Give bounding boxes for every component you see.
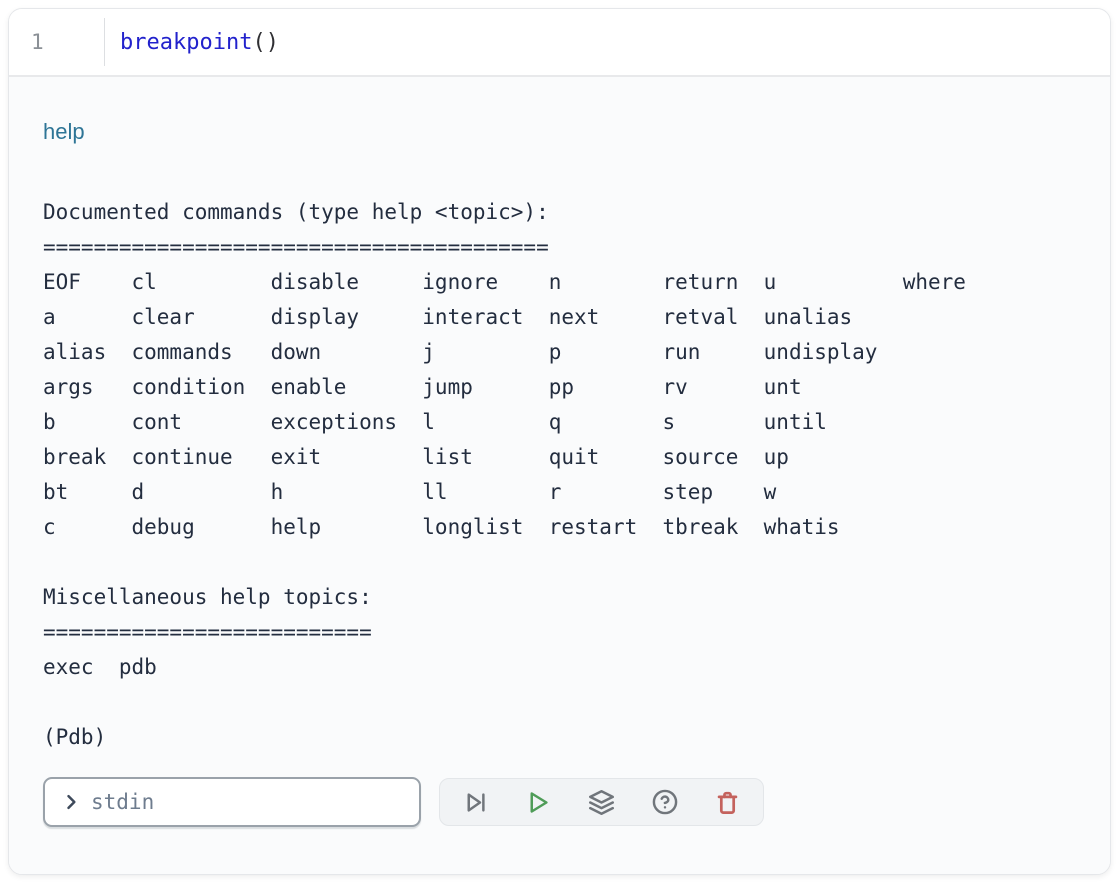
layers-icon (588, 789, 615, 816)
code-line[interactable]: breakpoint() (105, 30, 1110, 55)
console-output-area: help Documented commands (type help <top… (9, 77, 1110, 874)
code-editor[interactable]: 1 breakpoint() (9, 9, 1110, 77)
code-token-parens: () (252, 30, 279, 55)
clear-button[interactable] (696, 780, 759, 824)
code-token-function: breakpoint (120, 30, 252, 55)
prompt-chevron-icon (61, 792, 81, 812)
stdin-input[interactable] (91, 790, 407, 814)
pdb-help-output: Documented commands (type help <topic>):… (43, 195, 1080, 755)
command-echo: help (43, 119, 1080, 145)
console-toolbar (439, 778, 764, 826)
stack-button[interactable] (570, 780, 633, 824)
trash-icon (714, 789, 741, 816)
code-runner-card: 1 breakpoint() help Documented commands … (8, 8, 1111, 875)
play-icon (525, 789, 552, 816)
stdin-inputbox[interactable] (43, 777, 421, 827)
console-controls (43, 777, 1080, 827)
step-forward-icon (462, 789, 489, 816)
line-number: 1 (9, 9, 104, 75)
run-button[interactable] (507, 780, 570, 824)
help-button[interactable] (633, 780, 696, 824)
help-circle-icon (651, 788, 679, 816)
step-button[interactable] (444, 780, 507, 824)
